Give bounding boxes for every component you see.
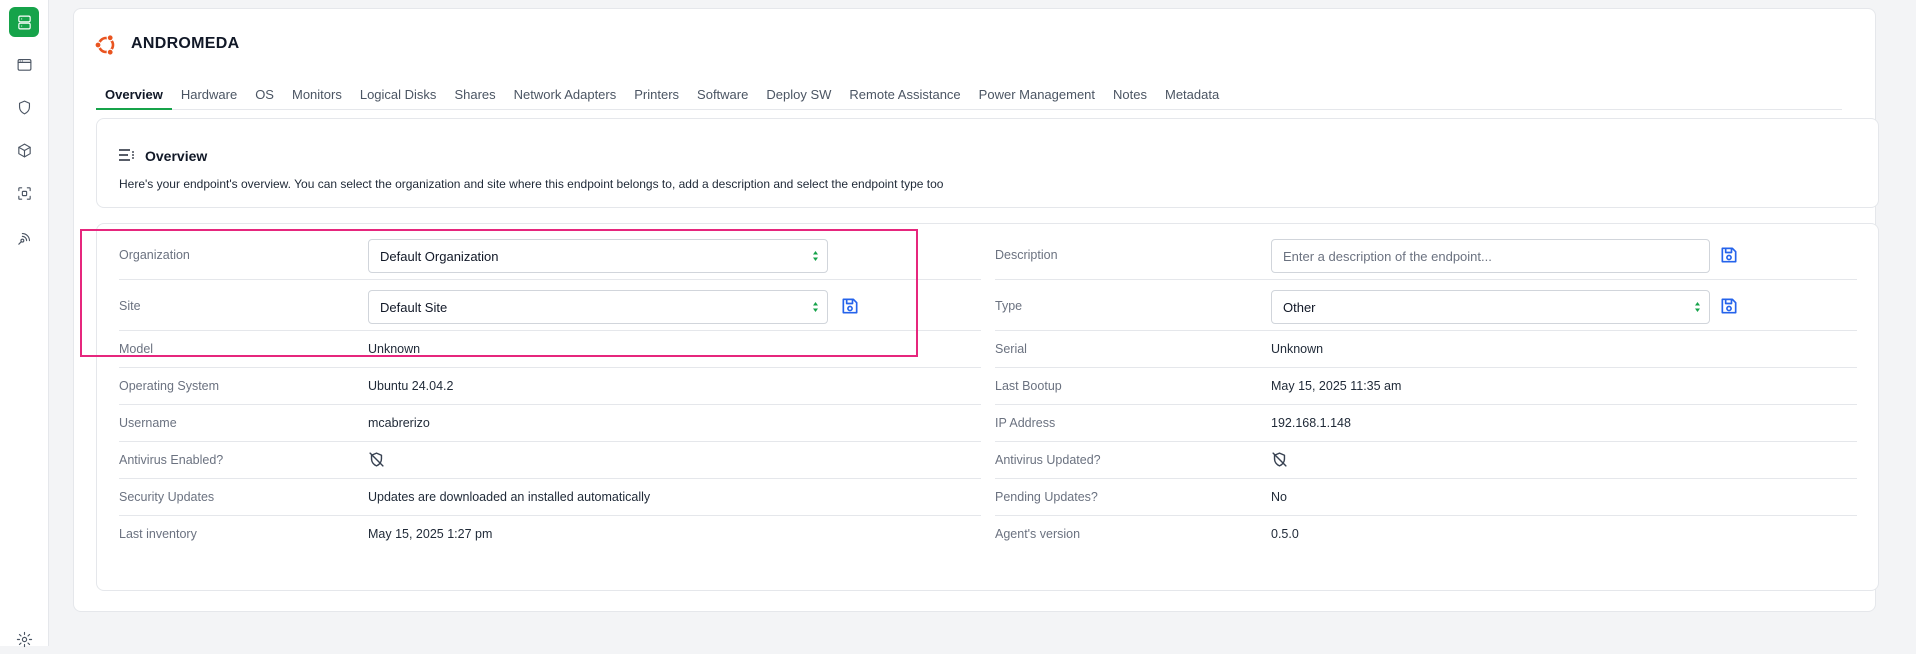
- sidebar-item-packages[interactable]: [9, 135, 39, 165]
- page-title: ANDROMEDA: [131, 35, 240, 52]
- overview-heading: Overview: [145, 148, 208, 164]
- browser-window-icon: [17, 58, 31, 71]
- overview-header: Overview Here's your endpoint's overview…: [96, 118, 1879, 208]
- detail-row-last-inventory: Last inventory May 15, 2025 1:27 pm: [119, 516, 981, 553]
- tab-notes[interactable]: Notes: [1104, 77, 1156, 110]
- type-label: Type: [995, 299, 1023, 313]
- detail-row-username: Username mcabrerizo: [119, 405, 981, 442]
- organization-select[interactable]: Default Organization: [368, 239, 828, 273]
- site-label: Site: [119, 299, 141, 313]
- tab-shares[interactable]: Shares: [445, 77, 504, 110]
- detail-label: Pending Updates?: [995, 490, 1098, 504]
- detail-label: Last inventory: [119, 527, 197, 541]
- sidebar-item-settings[interactable]: [9, 624, 39, 654]
- detail-value: No: [1271, 490, 1287, 504]
- type-row: Type Other: [995, 280, 1857, 331]
- organization-selected-value: Default Organization: [380, 249, 499, 264]
- detail-label: IP Address: [995, 416, 1056, 430]
- package-icon: [17, 143, 31, 157]
- detail-value: Unknown: [1271, 342, 1324, 356]
- detail-row-model: Model Unknown: [119, 331, 981, 368]
- sidebar-item-remote[interactable]: [9, 223, 39, 253]
- endpoint-details: Organization Default Organization Site D…: [96, 223, 1879, 591]
- server-icon: [17, 15, 31, 29]
- detail-row-last-bootup: Last Bootup May 15, 2025 11:35 am: [995, 368, 1857, 405]
- description-row: Description: [995, 229, 1857, 280]
- detail-label: Antivirus Updated?: [995, 453, 1101, 467]
- detail-label: Operating System: [119, 379, 220, 393]
- sidebar-item-endpoints[interactable]: [9, 7, 39, 37]
- sidebar-item-scan[interactable]: [9, 178, 39, 208]
- tab-os[interactable]: OS: [246, 77, 283, 110]
- save-site-button[interactable]: [840, 296, 860, 316]
- detail-row-agent-version: Agent's version 0.5.0: [995, 516, 1857, 553]
- gear-icon: [16, 631, 32, 647]
- detail-row-ip-address: IP Address 192.168.1.148: [995, 405, 1857, 442]
- overview-description: Here's your endpoint's overview. You can…: [119, 177, 944, 191]
- sidebar-item-browser[interactable]: [9, 49, 39, 79]
- site-selected-value: Default Site: [380, 300, 448, 315]
- tab-printers[interactable]: Printers: [625, 77, 688, 110]
- description-input[interactable]: [1271, 239, 1710, 273]
- tab-overview[interactable]: Overview: [96, 77, 172, 110]
- remote-signal-icon: [17, 232, 30, 245]
- tab-deploy-sw[interactable]: Deploy SW: [757, 77, 840, 110]
- tab-network-adapters[interactable]: Network Adapters: [505, 77, 626, 110]
- ubuntu-logo-icon: [94, 34, 115, 56]
- site-row: Site Default Site: [119, 280, 981, 331]
- floppy-disk-icon: [1721, 298, 1737, 314]
- shield-icon: [18, 100, 30, 114]
- detail-label: Security Updates: [119, 490, 215, 504]
- detail-value: May 15, 2025 11:35 am: [1271, 379, 1402, 393]
- detail-label: Last Bootup: [995, 379, 1062, 393]
- detail-value: mcabrerizo: [368, 416, 430, 430]
- select-arrows-icon: [813, 251, 818, 261]
- floppy-disk-icon: [842, 298, 858, 314]
- sidebar: [0, 0, 49, 647]
- shield-off-icon: [1272, 452, 1287, 467]
- list-icon: [119, 149, 134, 161]
- organization-label: Organization: [119, 248, 190, 262]
- scan-icon: [17, 186, 31, 200]
- description-label: Description: [995, 248, 1058, 262]
- tab-metadata[interactable]: Metadata: [1156, 77, 1228, 110]
- type-select[interactable]: Other: [1271, 290, 1710, 324]
- detail-label: Serial: [995, 342, 1027, 356]
- site-select[interactable]: Default Site: [368, 290, 828, 324]
- detail-row-operating-system: Operating System Ubuntu 24.04.2: [119, 368, 981, 405]
- tab-remote-assistance[interactable]: Remote Assistance: [840, 77, 969, 110]
- detail-value: Unknown: [368, 342, 421, 356]
- sidebar-item-security[interactable]: [9, 92, 39, 122]
- save-type-button[interactable]: [1719, 296, 1739, 316]
- select-arrows-icon: [1695, 302, 1700, 312]
- select-arrows-icon: [813, 302, 818, 312]
- detail-row-security-updates: Security Updates Updates are downloaded …: [119, 479, 981, 516]
- detail-label: Username: [119, 416, 177, 430]
- tab-logical-disks[interactable]: Logical Disks: [351, 77, 446, 110]
- shield-off-icon: [369, 452, 384, 467]
- tab-bar: Overview Hardware OS Monitors Logical Di…: [96, 77, 1842, 110]
- floppy-disk-icon: [1721, 247, 1737, 263]
- endpoint-card: ANDROMEDA Overview Hardware OS Monitors …: [73, 8, 1879, 612]
- detail-value: May 15, 2025 1:27 pm: [368, 527, 493, 541]
- save-description-button[interactable]: [1719, 245, 1739, 265]
- detail-row-antivirus-updated: Antivirus Updated?: [995, 442, 1857, 479]
- tab-monitors[interactable]: Monitors: [283, 77, 351, 110]
- detail-row-serial: Serial Unknown: [995, 331, 1857, 368]
- detail-value: Updates are downloaded an installed auto…: [368, 490, 651, 504]
- detail-row-antivirus-enabled: Antivirus Enabled?: [119, 442, 981, 479]
- detail-row-pending-updates: Pending Updates? No: [995, 479, 1857, 516]
- tab-hardware[interactable]: Hardware: [172, 77, 246, 110]
- detail-label: Model: [119, 342, 154, 356]
- detail-value: 192.168.1.148: [1271, 416, 1351, 430]
- tab-power-management[interactable]: Power Management: [970, 77, 1104, 110]
- detail-label: Antivirus Enabled?: [119, 453, 224, 467]
- organization-row: Organization Default Organization: [119, 229, 981, 280]
- detail-label: Agent's version: [995, 527, 1081, 541]
- detail-value: Ubuntu 24.04.2: [368, 379, 454, 393]
- tab-software[interactable]: Software: [688, 77, 757, 110]
- type-selected-value: Other: [1283, 300, 1316, 315]
- detail-value: 0.5.0: [1271, 527, 1299, 541]
